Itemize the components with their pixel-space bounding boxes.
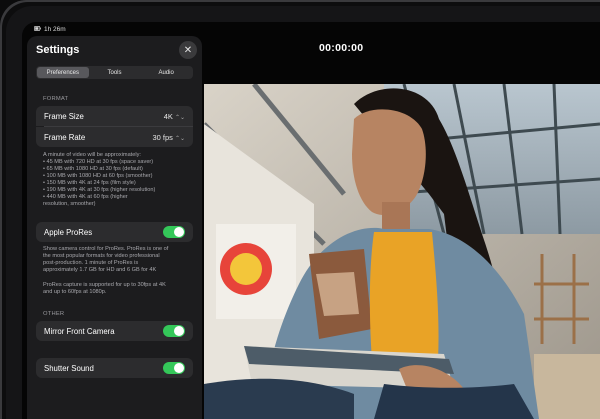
other-section-header: OTHER: [43, 311, 65, 317]
apple-prores-row: Apple ProRes: [36, 222, 193, 242]
format-section-header: FORMAT: [43, 96, 69, 102]
storage-note: A minute of video will be approximately:…: [43, 152, 193, 208]
chevron-updown-icon: ⌃⌄: [174, 135, 185, 142]
close-button[interactable]: ✕: [179, 41, 197, 59]
status-bar: 1h 26m: [34, 26, 66, 33]
prores-support-line: and up to 60fps at 1080p.: [43, 289, 107, 295]
tab-tools[interactable]: Tools: [89, 67, 141, 78]
prores-note-line: Show camera control for ProRes. ProRes i…: [43, 246, 169, 252]
storage-note-line: • 440 MB with 4K at 60 fps (higher: [43, 194, 128, 200]
storage-note-line: • 150 MB with 4K at 24 fps (film style): [43, 180, 136, 186]
settings-tabs: Preferences Tools Audio: [36, 66, 193, 79]
frame-size-label: Frame Size: [44, 111, 84, 121]
frame-rate-label: Frame Rate: [44, 132, 86, 142]
shutter-sound-toggle[interactable]: [163, 362, 185, 374]
mirror-front-camera-toggle[interactable]: [163, 325, 185, 337]
camera-preview[interactable]: [204, 84, 600, 419]
mirror-front-camera-label: Mirror Front Camera: [44, 326, 115, 336]
frame-size-value-wrap: 4K ⌃⌄: [164, 112, 185, 121]
apple-prores-toggle[interactable]: [163, 226, 185, 238]
storage-note-line: • 65 MB with 1080 HD at 30 fps (default): [43, 166, 143, 172]
frame-rate-value-wrap: 30 fps ⌃⌄: [153, 133, 186, 142]
storage-note-line: • 45 MB with 720 HD at 30 fps (space sav…: [43, 159, 154, 165]
prores-support-note: ProRes capture is supported for up to 30…: [43, 282, 193, 296]
apple-prores-label: Apple ProRes: [44, 227, 93, 237]
storage-note-line: • 100 MB with 1080 HD at 60 fps (smoothe…: [43, 173, 153, 179]
shutter-sound-row: Shutter Sound: [36, 358, 193, 378]
tab-preferences[interactable]: Preferences: [37, 67, 89, 78]
prores-note-line: approximately 1.7 GB for HD and 6 GB for…: [43, 267, 157, 273]
storage-note-line: A minute of video will be approximately:: [43, 152, 141, 158]
frame-rate-row[interactable]: Frame Rate 30 fps ⌃⌄: [36, 127, 193, 147]
shutter-sound-label: Shutter Sound: [44, 363, 94, 373]
recording-timer: 00:00:00: [319, 42, 364, 54]
mirror-front-camera-row: Mirror Front Camera: [36, 321, 193, 341]
frame-size-value: 4K: [163, 111, 173, 121]
chevron-updown-icon: ⌃⌄: [174, 114, 185, 121]
prores-note-line: post-production. 1 minute of ProRes is: [43, 260, 139, 266]
tab-audio[interactable]: Audio: [140, 67, 192, 78]
close-icon: ✕: [183, 44, 193, 56]
frame-size-row[interactable]: Frame Size 4K ⌃⌄: [36, 106, 193, 126]
ipad-device: 1h 26m 00:00:00 Settings ✕ Preferences T…: [0, 0, 600, 419]
settings-panel: Settings ✕ Preferences Tools Audio FORMA…: [27, 36, 202, 419]
storage-note-line: • 190 MB with 4K at 30 fps (higher resol…: [43, 187, 156, 193]
battery-icon: [34, 26, 41, 33]
frame-rate-value: 30 fps: [152, 132, 173, 142]
prores-note-line: the most popular formats for video profe…: [43, 253, 160, 259]
settings-title: Settings: [36, 44, 80, 56]
prores-note: Show camera control for ProRes. ProRes i…: [43, 246, 193, 274]
camera-preview-image: [204, 84, 600, 419]
storage-note-line: resolution, smoother): [43, 201, 96, 207]
battery-time: 1h 26m: [44, 26, 66, 33]
prores-support-line: ProRes capture is supported for up to 30…: [43, 282, 166, 288]
